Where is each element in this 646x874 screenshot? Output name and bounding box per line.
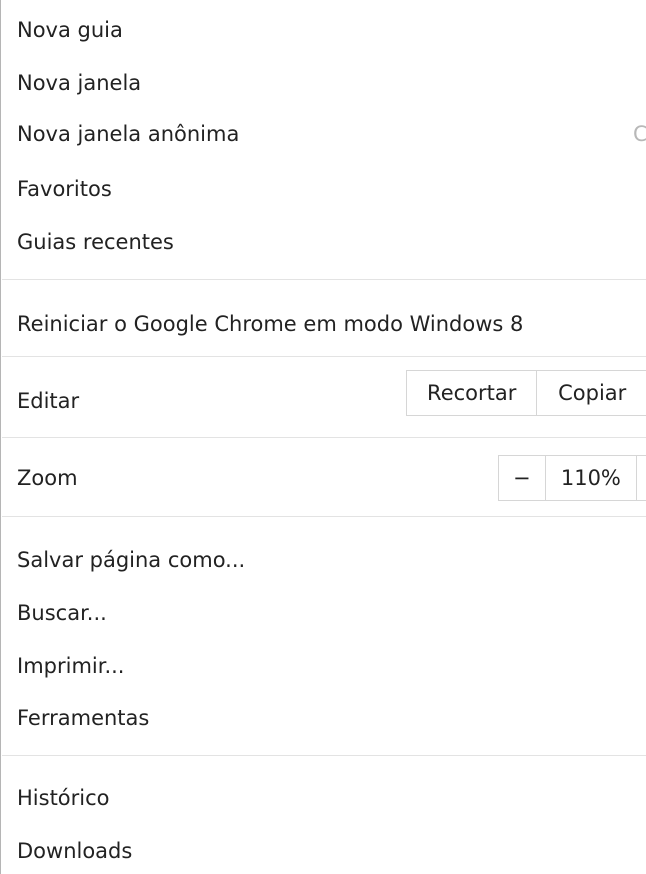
menu-item-find[interactable]: Buscar...: [17, 599, 107, 627]
menu-item-tools[interactable]: Ferramentas: [17, 704, 149, 732]
menu-separator: [2, 356, 646, 357]
zoom-in-button[interactable]: [637, 456, 646, 500]
zoom-level-display: 110%: [546, 456, 638, 500]
edit-button-group: Recortar Copiar: [406, 370, 646, 416]
menu-separator: [2, 437, 646, 438]
zoom-label: Zoom: [17, 466, 78, 490]
copy-button[interactable]: Copiar: [537, 371, 646, 415]
menu-separator: [2, 516, 646, 517]
edit-label: Editar: [17, 389, 80, 413]
menu-item-new-tab[interactable]: Nova guia: [17, 16, 123, 44]
menu-item-new-incognito-window[interactable]: Nova janela anônima: [17, 120, 239, 148]
menu-item-history[interactable]: Histórico: [17, 784, 110, 812]
menu-separator: [2, 755, 646, 756]
menu-item-downloads[interactable]: Downloads: [17, 837, 132, 865]
cut-button[interactable]: Recortar: [407, 371, 538, 415]
menu-item-bookmarks[interactable]: Favoritos: [17, 175, 112, 203]
zoom-out-button[interactable]: −: [499, 456, 546, 500]
menu-item-restart-windows8[interactable]: Reiniciar o Google Chrome em modo Window…: [17, 310, 523, 338]
menu-item-new-window[interactable]: Nova janela: [17, 69, 141, 97]
chrome-menu: Nova guia Nova janela Nova janela anônim…: [0, 0, 646, 874]
shortcut-hint: C: [633, 120, 646, 148]
zoom-control: − 110%: [498, 455, 646, 501]
menu-separator: [2, 279, 646, 280]
menu-item-save-page-as[interactable]: Salvar página como...: [17, 546, 245, 574]
menu-item-print[interactable]: Imprimir...: [17, 652, 124, 680]
menu-item-recent-tabs[interactable]: Guias recentes: [17, 228, 174, 256]
